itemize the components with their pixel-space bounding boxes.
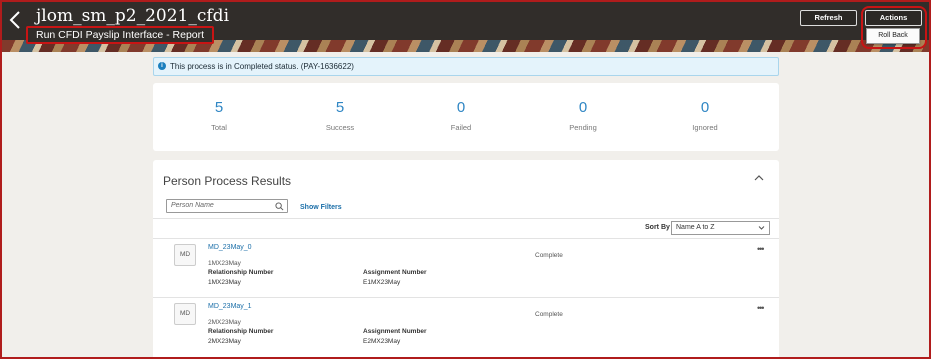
stat-label: Total (211, 123, 227, 132)
relationship-number-value: 2MX23May (208, 338, 241, 345)
search-icon[interactable] (275, 202, 284, 211)
avatar: MD (174, 303, 196, 325)
stat-label: Success (325, 123, 355, 132)
stat-value: 5 (214, 99, 224, 116)
chevron-down-icon (758, 226, 765, 230)
stat-pending[interactable]: 0 Pending (533, 99, 633, 132)
assignment-number-label: Assignment Number (363, 269, 427, 276)
actions-button[interactable]: Actions (865, 10, 922, 26)
stat-label: Failed (450, 123, 472, 132)
show-filters-link[interactable]: Show Filters (300, 204, 342, 211)
roll-back-menu-item[interactable]: Roll Back (866, 28, 920, 44)
stat-label: Pending (569, 123, 597, 132)
sort-value: Name A to Z (676, 224, 715, 231)
stat-value: 0 (456, 99, 466, 116)
relationship-number-label: Relationship Number (208, 328, 274, 335)
sort-by-label: Sort By (645, 224, 670, 231)
person-number: 1MX23May (208, 260, 241, 267)
person-name-link[interactable]: MD_23May_0 (208, 244, 252, 251)
page-header: jlom_sm_p2_2021_cfdi Run CFDI Payslip In… (0, 0, 931, 52)
page-title: jlom_sm_p2_2021_cfdi (36, 6, 230, 26)
relationship-number-value: 1MX23May (208, 279, 241, 286)
section-title: Person Process Results (163, 174, 292, 188)
status-banner: i This process is in Completed status. (… (153, 57, 779, 76)
more-options-icon[interactable]: ••• (757, 303, 765, 313)
relationship-number-label: Relationship Number (208, 269, 274, 276)
divider (153, 218, 779, 219)
refresh-button[interactable]: Refresh (800, 10, 857, 26)
person-number: 2MX23May (208, 319, 241, 326)
row-status: Complete (535, 311, 563, 318)
stat-label: Ignored (692, 123, 718, 132)
assignment-number-value: E1MX23May (363, 279, 401, 286)
stat-ignored[interactable]: 0 Ignored (655, 99, 755, 132)
page-subtitle: Run CFDI Payslip Interface - Report (26, 26, 215, 44)
back-arrow-icon[interactable] (8, 8, 24, 32)
stat-failed[interactable]: 0 Failed (411, 99, 511, 132)
person-process-results-card: Person Process Results Person Name Show … (153, 160, 779, 359)
stat-value: 5 (335, 99, 345, 116)
person-name-search-input[interactable]: Person Name (166, 199, 288, 213)
stat-value: 0 (578, 99, 588, 116)
assignment-number-value: E2MX23May (363, 338, 401, 345)
divider (153, 238, 779, 239)
chevron-up-icon[interactable] (752, 172, 766, 184)
stat-total[interactable]: 5 Total (169, 99, 269, 132)
person-name-link[interactable]: MD_23May_1 (208, 303, 252, 310)
info-icon: i (158, 62, 166, 70)
search-placeholder: Person Name (171, 202, 214, 209)
stat-success[interactable]: 5 Success (290, 99, 390, 132)
stat-value: 0 (700, 99, 710, 116)
person-row: MD MD_23May_0 1MX23May Relationship Numb… (153, 240, 779, 298)
more-options-icon[interactable]: ••• (757, 244, 765, 254)
process-stats-card: 5 Total 5 Success 0 Failed 0 Pending 0 I… (153, 83, 779, 151)
divider (153, 297, 779, 298)
banner-message: This process is in Completed status. (PA… (170, 62, 354, 71)
row-status: Complete (535, 252, 563, 259)
sort-by-select[interactable]: Name A to Z (671, 221, 770, 235)
avatar: MD (174, 244, 196, 266)
assignment-number-label: Assignment Number (363, 328, 427, 335)
person-row: MD MD_23May_1 2MX23May Relationship Numb… (153, 299, 779, 357)
